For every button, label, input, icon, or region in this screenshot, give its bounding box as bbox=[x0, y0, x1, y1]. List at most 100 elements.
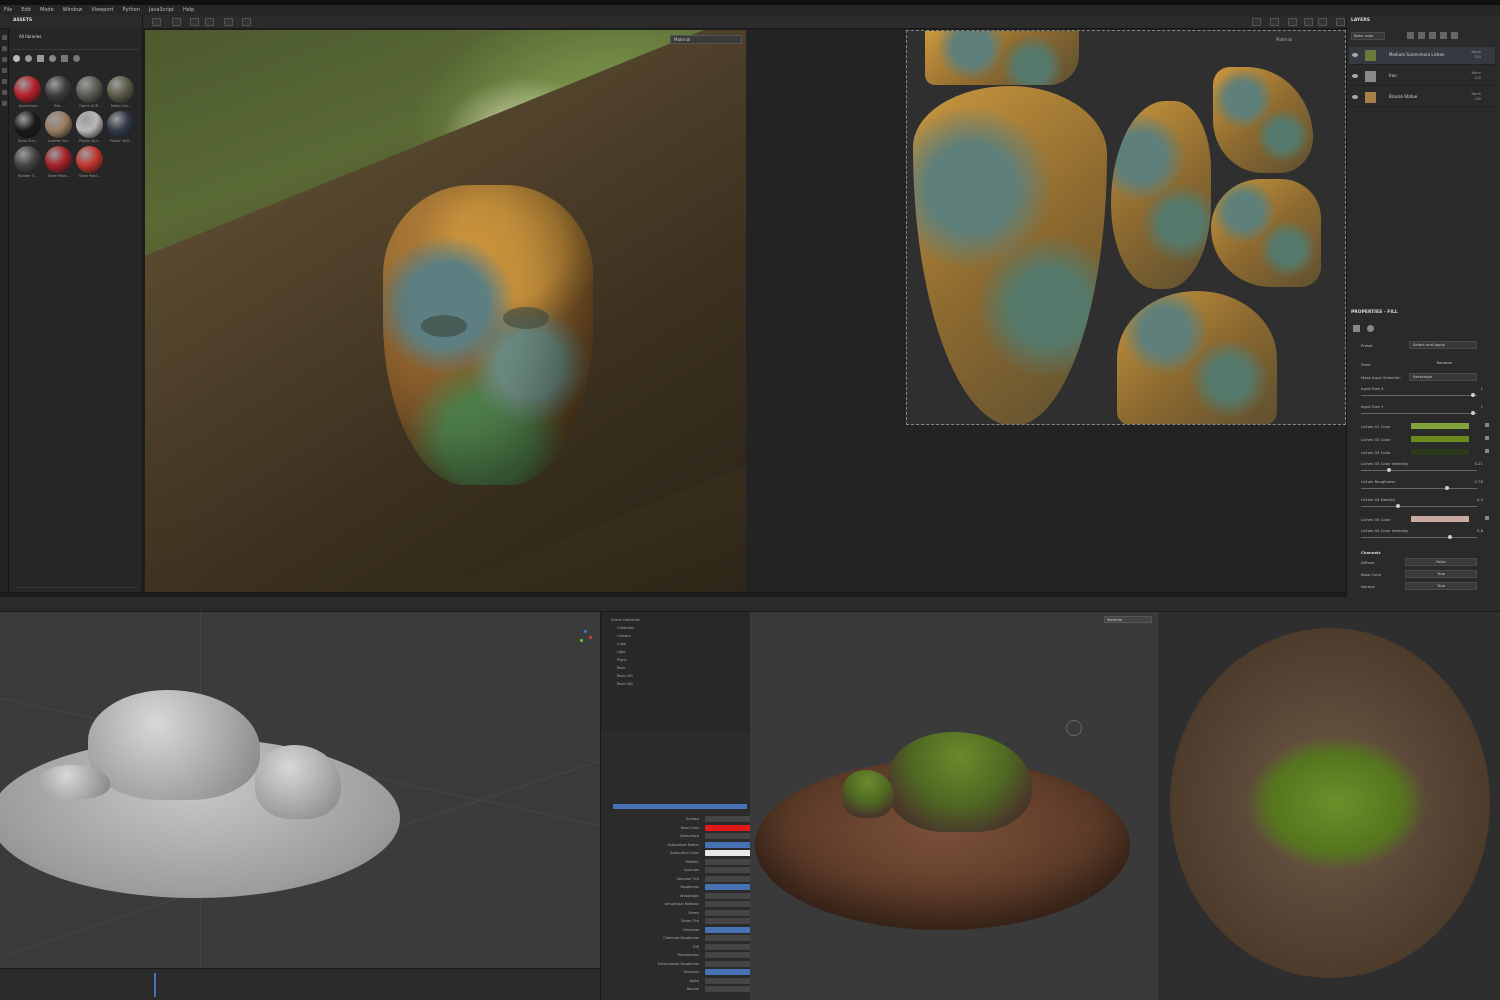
material-swatch[interactable] bbox=[45, 146, 72, 173]
material-swatch[interactable] bbox=[45, 76, 72, 103]
channels-section[interactable]: Channels bbox=[1361, 548, 1489, 558]
menu-item[interactable]: Viewport bbox=[91, 7, 113, 13]
material-slot-selected[interactable] bbox=[613, 804, 747, 809]
filter-textures-icon[interactable] bbox=[37, 55, 44, 62]
shader-property-field[interactable] bbox=[705, 892, 755, 899]
shader-property-field[interactable] bbox=[705, 909, 755, 916]
add-folder-icon[interactable] bbox=[1440, 32, 1447, 39]
symmetry-icon[interactable] bbox=[205, 18, 214, 26]
outliner-item[interactable]: Light bbox=[617, 650, 747, 656]
shader-property-field[interactable] bbox=[705, 816, 755, 822]
layer-row[interactable]: Iron Norm 100 bbox=[1349, 68, 1495, 86]
prop-dropdown[interactable]: Select and Apply bbox=[1409, 341, 1477, 349]
filter-brushes-icon[interactable] bbox=[61, 55, 68, 62]
color-swatch[interactable] bbox=[1411, 449, 1469, 455]
channel-toggle[interactable]: False bbox=[1405, 558, 1477, 566]
prop-dropdown[interactable]: Rectangle bbox=[1409, 373, 1477, 381]
channel-toggle[interactable]: True bbox=[1405, 582, 1477, 590]
projection-tool-icon[interactable] bbox=[1, 57, 7, 62]
prop-slider[interactable] bbox=[1361, 504, 1477, 508]
layer-blend[interactable]: Norm 100 bbox=[1471, 92, 1481, 102]
shader-property-field[interactable] bbox=[705, 841, 755, 848]
blender-timeline[interactable] bbox=[0, 968, 600, 1000]
shader-property-field[interactable] bbox=[705, 884, 755, 890]
shader-property-field[interactable] bbox=[705, 824, 755, 831]
color-swatch[interactable] bbox=[1411, 436, 1469, 442]
material-swatch[interactable] bbox=[76, 146, 103, 173]
shader-property-field[interactable] bbox=[705, 952, 755, 958]
add-mask-icon[interactable] bbox=[1429, 32, 1436, 39]
mixer-uv-view[interactable] bbox=[1158, 612, 1500, 1000]
camera-icon[interactable] bbox=[190, 18, 199, 26]
playhead[interactable] bbox=[154, 973, 156, 997]
outliner-item[interactable]: Rock bbox=[617, 666, 747, 672]
shader-property-field[interactable] bbox=[705, 918, 755, 924]
layout-split-icon[interactable] bbox=[172, 18, 181, 26]
material-swatch[interactable] bbox=[76, 111, 103, 138]
filter-masks-icon[interactable] bbox=[49, 55, 56, 62]
layout-grid-icon[interactable] bbox=[152, 18, 161, 26]
material-swatch[interactable] bbox=[14, 111, 41, 138]
slider-knob[interactable] bbox=[1448, 535, 1453, 539]
color-swatch[interactable] bbox=[1411, 423, 1469, 429]
eraser-tool-icon[interactable] bbox=[1, 46, 7, 51]
menu-item[interactable]: JavaScript bbox=[149, 7, 174, 13]
layer-blend[interactable]: Norm 100 bbox=[1471, 50, 1481, 60]
visibility-eye-icon[interactable] bbox=[1352, 74, 1358, 78]
material-swatch[interactable] bbox=[45, 111, 72, 138]
menu-item[interactable]: Help bbox=[183, 7, 194, 13]
material-swatch[interactable] bbox=[14, 76, 41, 103]
menu-item[interactable]: Python bbox=[123, 7, 140, 13]
random-seed-button[interactable]: Random bbox=[1409, 360, 1477, 368]
menu-item[interactable]: Mode bbox=[40, 7, 54, 13]
shader-property-field[interactable] bbox=[705, 986, 755, 992]
navigation-gizmo-icon[interactable] bbox=[578, 630, 592, 644]
smudge-tool-icon[interactable] bbox=[1, 79, 7, 84]
menu-item[interactable]: Window bbox=[63, 7, 83, 13]
viewport-3d[interactable]: Material bbox=[145, 30, 746, 592]
filter-smart-materials-icon[interactable] bbox=[25, 55, 32, 62]
picker-tool-icon[interactable] bbox=[1, 101, 7, 106]
delete-layer-icon[interactable] bbox=[1451, 32, 1458, 39]
slider-knob[interactable] bbox=[1445, 486, 1449, 490]
prop-slider[interactable] bbox=[1361, 468, 1477, 472]
shader-property-field[interactable] bbox=[705, 969, 755, 975]
display-icon[interactable] bbox=[1252, 18, 1261, 26]
shader-property-field[interactable] bbox=[705, 833, 755, 839]
shader-property-field[interactable] bbox=[705, 935, 755, 941]
material-swatch[interactable] bbox=[107, 111, 134, 138]
shader-property-field[interactable] bbox=[705, 901, 755, 907]
prop-slider[interactable] bbox=[1361, 411, 1477, 415]
layer-row[interactable]: Bronze Statue Norm 100 bbox=[1349, 89, 1495, 107]
asset-search-input[interactable] bbox=[13, 44, 139, 50]
shader-property-field[interactable] bbox=[705, 850, 755, 856]
layer-blend[interactable]: Norm 100 bbox=[1471, 71, 1481, 81]
material-swatch[interactable] bbox=[76, 76, 103, 103]
filter-materials-icon[interactable] bbox=[13, 55, 20, 62]
shader-property-field[interactable] bbox=[705, 960, 755, 967]
shader-property-field[interactable] bbox=[705, 875, 755, 882]
fill-settings-icon[interactable] bbox=[1353, 325, 1360, 332]
eyedropper-icon[interactable] bbox=[1485, 449, 1489, 453]
viewport-2d-uv[interactable]: Material bbox=[906, 30, 1346, 425]
render-icon[interactable] bbox=[224, 18, 233, 26]
outliner-item[interactable]: Plane bbox=[617, 658, 747, 664]
menu-item[interactable]: Edit bbox=[21, 7, 31, 13]
channel-dropdown[interactable]: Base color bbox=[1351, 32, 1385, 40]
prop-slider[interactable] bbox=[1361, 535, 1477, 539]
visibility-eye-icon[interactable] bbox=[1352, 95, 1358, 99]
visibility-eye-icon[interactable] bbox=[1352, 53, 1358, 57]
export-icon[interactable] bbox=[1336, 18, 1345, 26]
outliner-item[interactable]: Rock.002 bbox=[617, 682, 747, 688]
pause-icon[interactable] bbox=[1270, 18, 1279, 26]
eyedropper-icon[interactable] bbox=[1485, 436, 1489, 440]
add-fill-layer-icon[interactable] bbox=[1407, 32, 1414, 39]
outliner-item[interactable]: Rock.001 bbox=[617, 674, 747, 680]
mixer-material-dropdown[interactable]: Material bbox=[1104, 616, 1152, 623]
viewport-material-dropdown[interactable]: Material bbox=[670, 35, 742, 44]
shader-property-field[interactable] bbox=[705, 858, 755, 865]
library-selector[interactable]: All libraries bbox=[19, 34, 41, 39]
screenshot-icon[interactable] bbox=[1288, 18, 1297, 26]
clone-tool-icon[interactable] bbox=[1, 90, 7, 95]
paint-tool-icon[interactable] bbox=[1, 35, 7, 40]
